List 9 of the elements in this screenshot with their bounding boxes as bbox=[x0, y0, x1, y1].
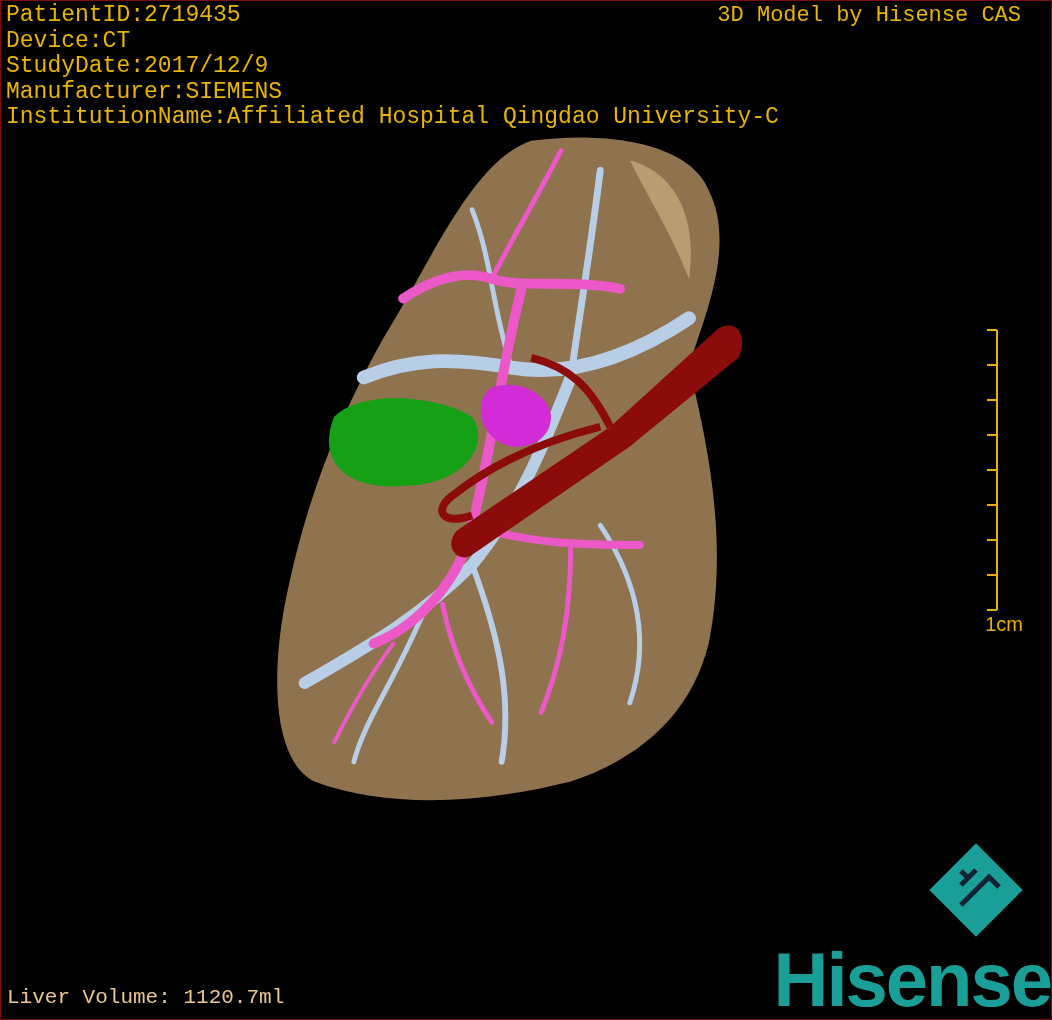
dicom-info-text: Manufacturer:SIEMENS bbox=[6, 79, 283, 105]
dicom-info-text: Device:CT bbox=[6, 28, 131, 54]
scale-label: 1cm bbox=[985, 613, 1023, 637]
liver-volume-text: Liver Volume: 1120.7ml bbox=[7, 986, 285, 1011]
dicom-info-text: StudyDate:2017/12/9 bbox=[6, 54, 269, 80]
dicom-info-text: PatientID:2719435 bbox=[6, 3, 241, 29]
logo-text: Hisense bbox=[773, 945, 1051, 1015]
dicom-info-text: InstitutionName:Affiliated Hospital Qingdao University-C bbox=[6, 105, 779, 131]
scale-ruler-icon bbox=[985, 329, 999, 612]
